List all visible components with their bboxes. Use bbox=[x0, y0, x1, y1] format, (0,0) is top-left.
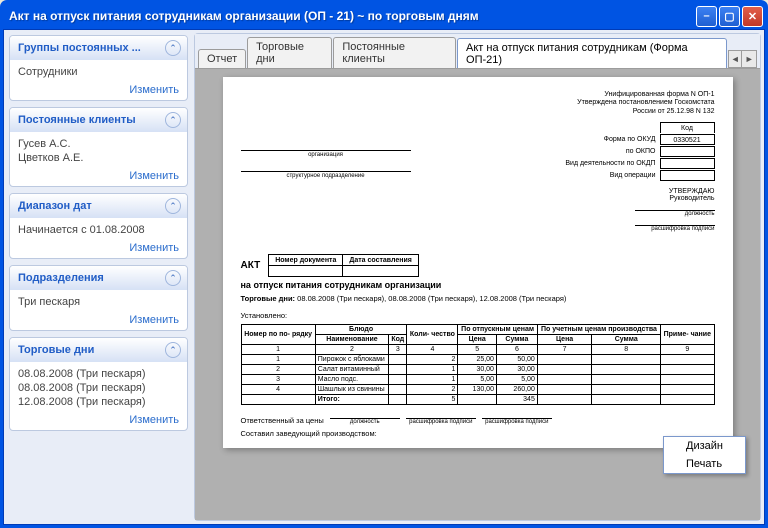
approve-heading: УТВЕРЖДАЮ bbox=[635, 188, 715, 195]
okud-value: 0330521 bbox=[660, 134, 715, 145]
tab-clients[interactable]: Постоянные клиенты bbox=[333, 37, 456, 68]
panel-dates-header[interactable]: Диапазон дат ⌃ bbox=[10, 194, 187, 218]
tab-scroll-right[interactable]: ► bbox=[742, 50, 757, 68]
change-link[interactable]: Изменить bbox=[18, 170, 179, 182]
menu-item-design[interactable]: Дизайн bbox=[664, 437, 745, 455]
change-link[interactable]: Изменить bbox=[18, 314, 179, 326]
list-item: Цветков А.Е. bbox=[18, 152, 179, 164]
context-menu: Дизайн Печать bbox=[663, 436, 746, 474]
client-area: Группы постоянных ... ⌃ Сотрудники Измен… bbox=[3, 29, 765, 525]
main-area: Отчет Торговые дни Постоянные клиенты Ак… bbox=[194, 33, 761, 521]
tab-report[interactable]: Отчет bbox=[198, 49, 246, 68]
change-link[interactable]: Изменить bbox=[18, 242, 179, 254]
table-row: 1Пирожок с яблоками225,0050,00 bbox=[241, 355, 714, 365]
titlebar: Акт на отпуск питания сотрудникам органи… bbox=[3, 3, 765, 29]
tab-scroll-left[interactable]: ◄ bbox=[728, 50, 743, 68]
ustanovleno: Установлено: bbox=[241, 311, 715, 320]
panel-clients: Постоянные клиенты ⌃ Гусев А.С. Цветков … bbox=[9, 107, 188, 187]
oper-label: Вид операции bbox=[610, 172, 660, 179]
change-link[interactable]: Изменить bbox=[18, 414, 179, 426]
okpo-label: по ОКПО bbox=[626, 148, 660, 155]
table-row: 2Салат витаминный130,0030,00 bbox=[241, 365, 714, 375]
form-line: Унифицированная форма N ОП-1 bbox=[577, 91, 714, 99]
chevron-up-icon: ⌃ bbox=[165, 40, 181, 56]
minimize-button[interactable]: – bbox=[696, 6, 717, 27]
oper-value bbox=[660, 170, 715, 181]
main-table: Номер по по- рядку Блюдо Коли- чество По… bbox=[241, 324, 715, 405]
okdp-value bbox=[660, 158, 715, 169]
torg-label: Торговые дни: bbox=[241, 294, 296, 303]
date-label: Дата составления bbox=[343, 255, 419, 266]
maximize-button[interactable]: ▢ bbox=[719, 6, 740, 27]
num-label: Номер документа bbox=[269, 255, 343, 266]
sign-caption: расшифровка подписи bbox=[635, 226, 715, 232]
menu-item-print[interactable]: Печать bbox=[664, 455, 745, 473]
sidebar: Группы постоянных ... ⌃ Сотрудники Измен… bbox=[7, 33, 190, 521]
document-page: Унифицированная форма N ОП-1 Утверждена … bbox=[223, 77, 733, 448]
akt-heading: АКТ bbox=[241, 260, 261, 271]
okdp-label: Вид деятельности по ОКДП bbox=[565, 160, 659, 167]
okud-label: Форма по ОКУД bbox=[604, 136, 660, 143]
tabs: Отчет Торговые дни Постоянные клиенты Ак… bbox=[195, 34, 760, 68]
table-row: 4Шашлык из свинины2130,00260,00 bbox=[241, 385, 714, 395]
panel-dept-header[interactable]: Подразделения ⌃ bbox=[10, 266, 187, 290]
list-item: Три пескаря bbox=[18, 296, 179, 308]
list-item: 08.08.2008 (Три пескаря) bbox=[18, 382, 179, 394]
panel-groups-title: Группы постоянных ... bbox=[18, 42, 141, 54]
table-total: Итого:5345 bbox=[241, 395, 714, 405]
close-button[interactable]: ✕ bbox=[742, 6, 763, 27]
change-link[interactable]: Изменить bbox=[18, 84, 179, 96]
panel-days-title: Торговые дни bbox=[18, 344, 94, 356]
chevron-up-icon: ⌃ bbox=[165, 112, 181, 128]
panel-groups-header[interactable]: Группы постоянных ... ⌃ bbox=[10, 36, 187, 60]
window-title: Акт на отпуск питания сотрудникам органи… bbox=[9, 9, 696, 23]
okpo-value bbox=[660, 146, 715, 157]
table-row: 3Масло подс.15,005,00 bbox=[241, 375, 714, 385]
panel-clients-header[interactable]: Постоянные клиенты ⌃ bbox=[10, 108, 187, 132]
list-item: 08.08.2008 (Три пескаря) bbox=[18, 368, 179, 380]
form-line: России от 25.12.98 N 132 bbox=[577, 108, 714, 116]
app-window: Акт на отпуск питания сотрудникам органи… bbox=[0, 0, 768, 528]
panel-dept: Подразделения ⌃ Три пескаря Изменить bbox=[9, 265, 188, 331]
doc-title: на отпуск питания сотрудникам организаци… bbox=[241, 280, 715, 290]
form-line: Утверждена постановлением Госкомстата bbox=[577, 99, 714, 107]
panel-dept-title: Подразделения bbox=[18, 272, 104, 284]
kod-header: Код bbox=[660, 122, 715, 133]
list-item: Начинается с 01.08.2008 bbox=[18, 224, 179, 236]
chevron-up-icon: ⌃ bbox=[165, 198, 181, 214]
panel-days: Торговые дни ⌃ 08.08.2008 (Три пескаря) … bbox=[9, 337, 188, 431]
list-item: Гусев А.С. bbox=[18, 138, 179, 150]
list-item: 12.08.2008 (Три пескаря) bbox=[18, 396, 179, 408]
panel-dates-title: Диапазон дат bbox=[18, 200, 92, 212]
struct-caption: структурное подразделение bbox=[241, 173, 411, 179]
chevron-up-icon: ⌃ bbox=[165, 342, 181, 358]
torg-value: 08.08.2008 (Три пескаря), 08.08.2008 (Тр… bbox=[297, 294, 566, 303]
resp-label: Ответственный за цены bbox=[241, 416, 324, 425]
panel-dates: Диапазон дат ⌃ Начинается с 01.08.2008 И… bbox=[9, 193, 188, 259]
org-caption: организация bbox=[241, 152, 411, 158]
numdate-table: Номер документаДата составления bbox=[268, 254, 419, 277]
panel-clients-title: Постоянные клиенты bbox=[18, 114, 136, 126]
panel-days-header[interactable]: Торговые дни ⌃ bbox=[10, 338, 187, 362]
tab-days[interactable]: Торговые дни bbox=[247, 37, 332, 68]
document-viewport[interactable]: Унифицированная форма N ОП-1 Утверждена … bbox=[195, 68, 760, 520]
tab-akt[interactable]: Акт на отпуск питания сотрудникам (Форма… bbox=[457, 38, 727, 69]
panel-groups: Группы постоянных ... ⌃ Сотрудники Измен… bbox=[9, 35, 188, 101]
chevron-up-icon: ⌃ bbox=[165, 270, 181, 286]
list-item: Сотрудники bbox=[18, 66, 179, 78]
zav-label: Составил заведующий производством: bbox=[241, 429, 377, 438]
approve-role: Руководитель bbox=[635, 195, 715, 202]
